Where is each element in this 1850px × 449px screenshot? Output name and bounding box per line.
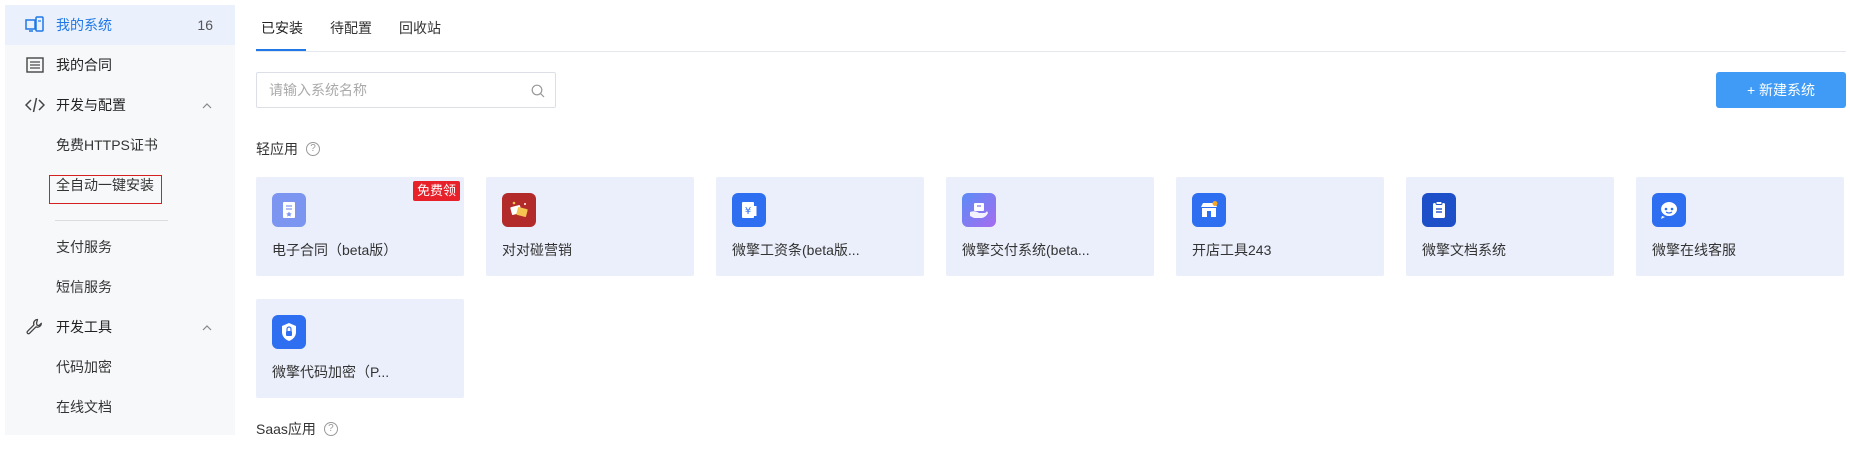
app-card-name: 开店工具243 [1192,242,1272,258]
search-input[interactable] [257,73,517,107]
new-system-button[interactable]: + 新建系统 [1716,72,1846,108]
code-icon [25,96,45,114]
app-card-name: 微擎在线客服 [1652,242,1736,258]
section-title-saas-apps: Saas应用 ? [256,419,338,439]
divider [55,220,168,221]
app-card-marketing[interactable]: 对对碰营销 [486,177,694,276]
app-card-payslip[interactable]: ¥ 微擎工资条(beta版... [716,177,924,276]
app-card-name: 对对碰营销 [502,242,572,258]
help-icon[interactable]: ? [323,422,338,436]
app-card-name: 微擎文档系统 [1422,242,1506,258]
tab-recycle-bin[interactable]: 回收站 [399,18,441,38]
sidebar-subitem-sms[interactable]: 短信服务 [5,267,235,307]
app-card-name: 微擎交付系统(beta... [962,242,1090,258]
sidebar-item-label: 我的合同 [56,57,112,73]
section-label: 轻应用 [256,141,298,157]
sidebar-item-label: 开发工具 [56,319,112,335]
sidebar-item-my-contracts[interactable]: 我的合同 [5,45,235,85]
sidebar-item-label: 我的系统 [56,17,112,33]
chat-icon [1652,193,1686,227]
sidebar-item-my-systems[interactable]: 我的系统 16 [5,5,235,45]
active-tab-indicator [256,49,306,51]
sidebar-subitem-label: 代码加密 [56,359,112,375]
app-card-name: 微擎代码加密（P... [272,364,390,380]
payslip-icon: ¥ [732,193,766,227]
sidebar-subitem-online-docs[interactable]: 在线文档 [5,387,235,427]
sidebar-subitem-label: 免费HTTPS证书 [56,137,158,153]
app-card-docs[interactable]: 微擎文档系统 [1406,177,1614,276]
sidebar-subitem-code-encrypt[interactable]: 代码加密 [5,347,235,387]
tab-installed[interactable]: 已安装 [261,18,303,38]
sidebar-item-dev-config[interactable]: 开发与配置 [5,85,235,125]
section-title-light-apps: 轻应用 ? [256,139,320,159]
shield-icon [272,315,306,349]
system-count-badge: 16 [197,17,213,33]
tab-pending-config[interactable]: 待配置 [330,18,372,38]
free-badge: 免费领 [412,181,460,201]
app-card-delivery[interactable]: 微擎交付系统(beta... [946,177,1154,276]
app-card-e-contract[interactable]: 免费领 电子合同（beta版） [256,177,464,276]
app-card-customer-service[interactable]: 微擎在线客服 [1636,177,1844,276]
sidebar-item-label: 开发与配置 [56,97,126,113]
sidebar-subitem-payment[interactable]: 支付服务 [5,227,235,267]
app-card-name: 微擎工资条(beta版... [732,242,860,258]
sidebar-item-dev-tools[interactable]: 开发工具 [5,307,235,347]
app-card-shop-tool[interactable]: 开店工具243 [1176,177,1384,276]
e-contract-icon [272,193,306,227]
wrench-icon [25,318,45,336]
sidebar-subitem-label: 支付服务 [56,239,112,255]
search-icon[interactable] [531,84,545,98]
contract-list-icon [25,56,45,74]
delivery-icon [962,193,996,227]
sidebar-subitem-label: 在线文档 [56,399,112,415]
help-icon[interactable]: ? [306,142,320,156]
section-label: Saas应用 [256,421,316,437]
sidebar-subitem-https-cert[interactable]: 免费HTTPS证书 [5,125,235,165]
sidebar-subitem-label: 短信服务 [56,279,112,295]
sidebar: 我的系统 16 我的合同 开发与配置 免费HTTPS证书 全自动一键安装 支付服… [5,5,235,435]
app-card-code-encrypt[interactable]: 微擎代码加密（P... [256,299,464,398]
document-icon [1422,193,1456,227]
tab-bar: 已安装 待配置 回收站 [256,0,1846,52]
highlight-box [49,175,162,204]
app-card-name: 电子合同（beta版） [272,242,398,258]
chevron-up-icon [201,99,213,111]
chevron-up-icon [201,321,213,333]
shop-icon [1192,193,1226,227]
marketing-icon [502,193,536,227]
device-icon [25,16,45,34]
search-box [256,72,556,108]
svg-text:¥: ¥ [745,206,751,217]
